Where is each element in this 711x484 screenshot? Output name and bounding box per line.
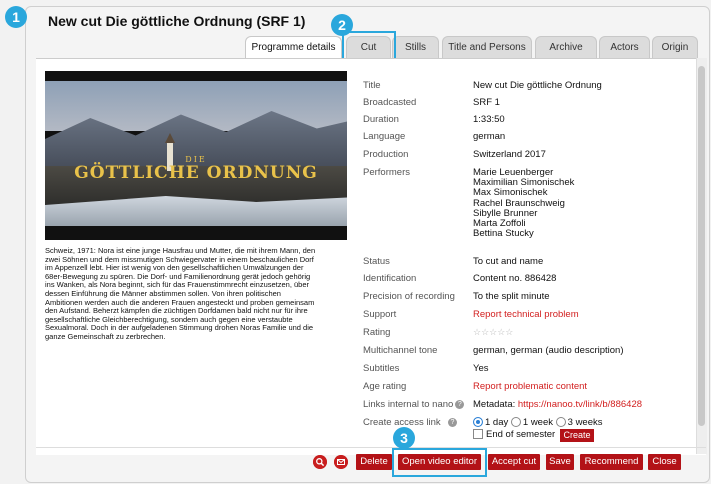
identification-label: Identification xyxy=(363,273,417,284)
option-3-weeks-label: 3 weeks xyxy=(567,417,603,428)
mail-icon[interactable] xyxy=(334,455,348,469)
title-value: New cut Die göttliche Ordnung xyxy=(473,80,602,91)
multichannel-label: Multichannel tone xyxy=(363,345,438,356)
help-icon[interactable]: ? xyxy=(455,399,465,409)
status-value: To cut and name xyxy=(473,256,544,267)
report-problematic-content-link[interactable]: Report problematic content xyxy=(473,381,587,392)
access-label-wrap: Create access link ? xyxy=(363,417,457,428)
step-marker-2: 2 xyxy=(331,14,353,36)
duration-label: Duration xyxy=(363,114,399,125)
links-label: Links internal to nano xyxy=(363,399,454,410)
search-icon[interactable] xyxy=(313,455,327,469)
tab-archive[interactable]: Archive xyxy=(535,36,597,58)
option-1-week-label: 1 week xyxy=(522,417,553,428)
close-button[interactable]: Close xyxy=(648,454,681,470)
broadcasted-label: Broadcasted xyxy=(363,97,417,108)
end-semester-wrap: End of semester xyxy=(473,429,555,440)
status-label: Status xyxy=(363,256,390,267)
radio-3-weeks[interactable] xyxy=(555,417,566,428)
tab-programme-details[interactable]: Programme details xyxy=(245,36,342,59)
title-label: Title xyxy=(363,80,381,91)
delete-button[interactable]: Delete xyxy=(356,454,392,470)
performer: Bettina Stucky xyxy=(473,228,534,240)
precision-label: Precision of recording xyxy=(363,291,455,302)
tab-stills[interactable]: Stills xyxy=(392,36,439,58)
identification-value: Content no. 886428 xyxy=(473,273,557,284)
age-rating-label: Age rating xyxy=(363,381,407,392)
radio-1-day[interactable] xyxy=(473,417,483,428)
option-1-day-label: 1 day xyxy=(485,417,509,428)
access-options: 1 day 1 week 3 weeks xyxy=(473,417,603,428)
broadcasted-value: SRF 1 xyxy=(473,97,500,108)
create-button[interactable]: Create xyxy=(560,429,594,442)
tab-actors[interactable]: Actors xyxy=(599,36,650,58)
step-marker-1: 1 xyxy=(5,6,27,28)
language-value: german xyxy=(473,131,506,142)
performers-label: Performers xyxy=(363,167,410,178)
performer: Maximilian Simonischek xyxy=(473,177,575,189)
report-technical-problem-link[interactable]: Report technical problem xyxy=(473,309,579,320)
end-semester-label: End of semester xyxy=(486,429,556,440)
performer: Sibylle Brunner xyxy=(473,207,538,219)
step-marker-3: 3 xyxy=(393,427,415,449)
video-player[interactable]: DIE GÖTTLICHE ORDNUNG xyxy=(45,71,347,240)
end-semester-checkbox[interactable] xyxy=(473,429,483,440)
links-prefix: Metadata: xyxy=(473,399,516,410)
tab-origin[interactable]: Origin xyxy=(652,36,698,58)
metadata-link[interactable]: https://nanoo.tv/link/b/886428 xyxy=(518,399,642,410)
production-label: Production xyxy=(363,149,409,160)
performer: Max Simonischek xyxy=(473,187,548,199)
page-title: New cut Die göttliche Ordnung (SRF 1) xyxy=(48,13,306,29)
tab-title-and-persons[interactable]: Title and Persons xyxy=(442,36,532,58)
rating-stars[interactable]: ☆☆☆☆☆ xyxy=(473,327,513,338)
divider xyxy=(36,447,706,448)
description: Schweiz, 1971: Nora ist eine junge Hausf… xyxy=(45,246,350,342)
rating-label: Rating xyxy=(363,327,391,338)
precision-value: To the split minute xyxy=(473,291,550,302)
performers-list: Marie Leuenberger Maximilian Simonischek… xyxy=(473,167,575,240)
description-line: ganze Gemeinschaft zu zerbrechen. xyxy=(45,331,166,341)
subtitles-value: Yes xyxy=(473,363,489,374)
highlight-open-editor xyxy=(392,448,487,477)
subtitles-label: Subtitles xyxy=(363,363,400,374)
recommend-button[interactable]: Recommend xyxy=(580,454,643,470)
language-label: Language xyxy=(363,131,406,142)
support-label: Support xyxy=(363,309,397,320)
save-button[interactable]: Save xyxy=(546,454,574,470)
help-icon[interactable]: ? xyxy=(447,417,457,427)
links-value: Metadata: https://nanoo.tv/link/b/886428 xyxy=(473,399,642,410)
links-label-wrap: Links internal to nano? xyxy=(363,399,465,410)
scrollbar-thumb[interactable] xyxy=(698,66,705,426)
production-value: Switzerland 2017 xyxy=(473,149,546,160)
video-title-big: GÖTTLICHE ORDNUNG xyxy=(74,163,318,183)
scrollbar[interactable] xyxy=(696,58,707,454)
performer: Marta Zoffoli xyxy=(473,217,526,229)
performer: Marie Leuenberger xyxy=(473,167,554,178)
multichannel-value: german, german (audio description) xyxy=(473,345,624,356)
performer: Rachel Braunschweig xyxy=(473,197,565,209)
accept-cut-button[interactable]: Accept cut xyxy=(488,454,540,470)
radio-1-week[interactable] xyxy=(510,417,521,428)
duration-value: 1:33:50 xyxy=(473,114,505,125)
